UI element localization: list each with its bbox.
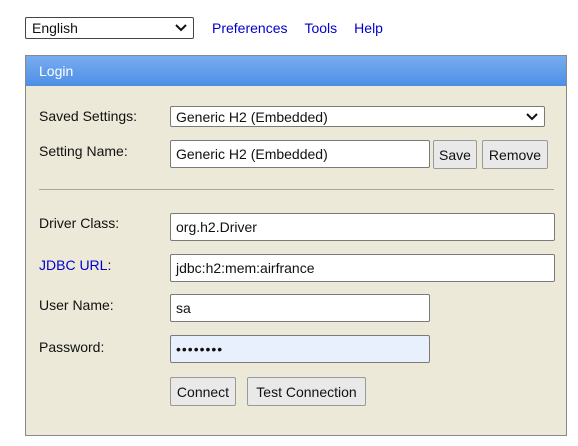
user-name-value: sa xyxy=(176,300,191,316)
preferences-link[interactable]: Preferences xyxy=(212,20,287,36)
setting-name-input[interactable]: Generic H2 (Embedded) xyxy=(170,140,430,168)
jdbc-url-input[interactable]: jdbc:h2:mem:airfrance xyxy=(170,254,555,282)
saved-settings-label: Saved Settings: xyxy=(39,108,138,124)
saved-settings-value: Generic H2 (Embedded) xyxy=(176,108,328,125)
password-value: •••••••• xyxy=(176,341,224,357)
language-select[interactable]: English xyxy=(25,17,194,39)
tools-link[interactable]: Tools xyxy=(304,20,337,36)
connect-button[interactable]: Connect xyxy=(170,377,236,406)
driver-class-label: Driver Class: xyxy=(39,215,120,231)
jdbc-url-value: jdbc:h2:mem:airfrance xyxy=(176,260,315,276)
jdbc-url-colon: : xyxy=(107,257,112,273)
driver-class-input[interactable]: org.h2.Driver xyxy=(170,213,555,241)
jdbc-url-label-wrap: JDBC URL: xyxy=(39,257,111,273)
save-button[interactable]: Save xyxy=(433,140,477,169)
login-title: Login xyxy=(39,63,74,79)
driver-class-value: org.h2.Driver xyxy=(176,219,257,235)
test-connection-button[interactable]: Test Connection xyxy=(247,377,366,406)
password-label: Password: xyxy=(39,339,105,355)
remove-button[interactable]: Remove xyxy=(482,140,548,169)
divider xyxy=(39,189,554,190)
help-link[interactable]: Help xyxy=(354,20,383,36)
language-select-value: English xyxy=(32,20,78,36)
chevron-down-icon xyxy=(526,112,538,121)
setting-name-label: Setting Name: xyxy=(39,143,128,159)
top-bar: English Preferences Tools Help xyxy=(25,16,383,40)
login-panel: Login Saved Settings: Generic H2 (Embedd… xyxy=(25,55,567,436)
chevron-down-icon xyxy=(175,24,187,32)
jdbc-url-link[interactable]: JDBC URL xyxy=(39,257,107,273)
user-name-label: User Name: xyxy=(39,297,114,313)
saved-settings-select[interactable]: Generic H2 (Embedded) xyxy=(170,106,545,127)
user-name-input[interactable]: sa xyxy=(170,294,430,322)
setting-name-value: Generic H2 (Embedded) xyxy=(176,146,328,162)
login-panel-header: Login xyxy=(26,56,566,86)
password-input[interactable]: •••••••• xyxy=(170,335,430,363)
